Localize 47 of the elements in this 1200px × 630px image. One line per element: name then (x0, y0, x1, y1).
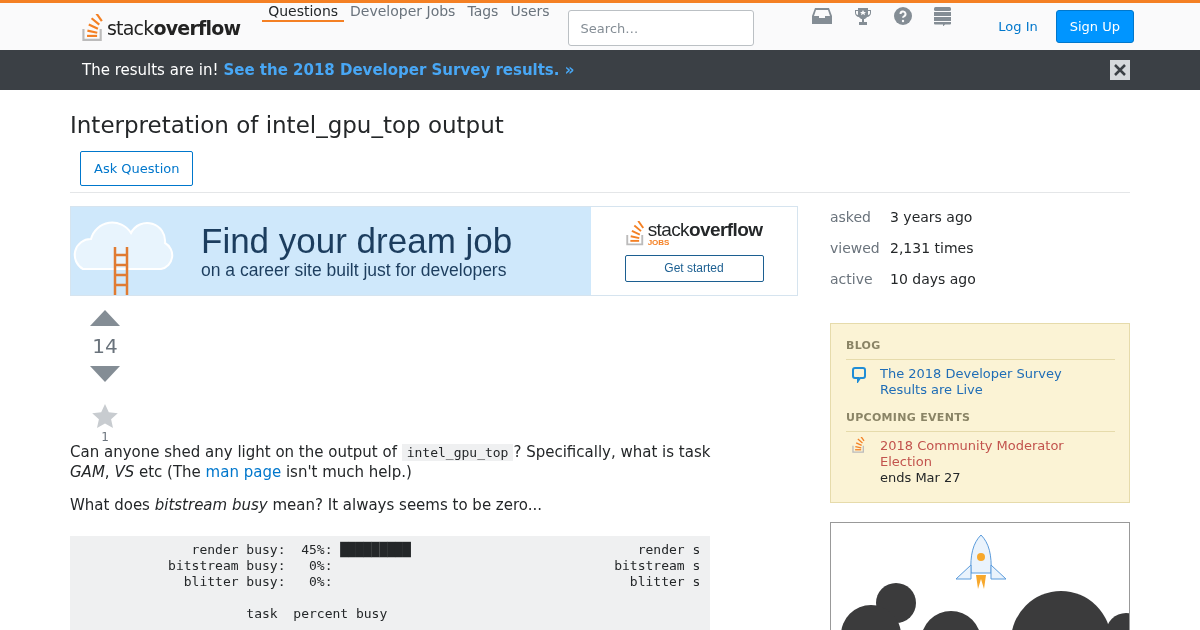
bulletin-heading: BLOG (846, 334, 1115, 360)
jobs-logo: stackoverflow (647, 220, 763, 239)
blog-link[interactable]: The 2018 Developer Survey Results are Live (880, 366, 1070, 398)
close-icon[interactable] (1110, 60, 1130, 80)
stat-label: asked (830, 208, 872, 227)
survey-link[interactable]: See the 2018 Developer Survey results. » (223, 61, 575, 79)
ad-headline: Find your dream job (201, 221, 513, 260)
downvote-icon[interactable] (90, 366, 120, 382)
search-field[interactable]: Search… (567, 10, 754, 46)
question-paragraph: Can anyone shed any light on the output of intel_gpu_top ? Specifically, what is task GAM, VS etc (The man page isn't much help.) (70, 443, 712, 482)
announcement-text: The results are in! (82, 61, 219, 79)
stat-value: 2,131 times (890, 239, 974, 258)
stat-value: 10 days ago (890, 270, 976, 289)
question-paragraph: What does bitstream busy mean? It always seems to be zero... (70, 496, 544, 516)
vote-count: 14 (92, 334, 118, 358)
ask-question-button[interactable]: Ask Question (80, 151, 194, 186)
login-link[interactable]: Log In (988, 11, 1048, 42)
nav-tab[interactable]: Questions (262, 3, 345, 22)
trophy-icon[interactable] (853, 7, 872, 26)
man-page-link[interactable]: man page (205, 462, 282, 481)
speech-bubble-icon (852, 367, 866, 383)
stat-label: viewed (830, 239, 881, 258)
event-link[interactable]: 2018 Community Moderator Election (880, 438, 1070, 470)
stat-value: 3 years ago (890, 208, 973, 227)
question-title[interactable]: Interpretation of intel_gpu_top output (70, 112, 1130, 138)
bulletin-heading: UPCOMING EVENTS (846, 406, 1115, 432)
stack-logo-icon (82, 13, 105, 42)
code-block: render busy: 45%: █████████ render s bitstream busy: 0%: bitstream s blitter busy: 0%: blitter s task percent busy (70, 535, 710, 630)
upvote-icon[interactable] (90, 310, 120, 326)
stack-logo-icon (852, 437, 866, 453)
stat-label: active (830, 270, 874, 289)
site-logo[interactable]: stackoverflow (107, 16, 241, 39)
inbox-icon[interactable] (811, 7, 832, 25)
nav-tab[interactable]: Users (504, 3, 556, 22)
job-ad[interactable]: Find your dream job on a career site built just for developers stackoverflow JOBS Get started (70, 206, 798, 296)
signup-button[interactable]: Sign Up (1055, 10, 1134, 43)
get-started-button[interactable]: Get started (624, 254, 764, 282)
event-date: ends Mar 27 (880, 470, 962, 486)
help-icon[interactable] (893, 7, 912, 25)
nav-tab[interactable]: Developer Jobs (344, 3, 462, 22)
ad-subline: on a career site built just for developers (201, 259, 507, 281)
favorite-count: 1 (101, 431, 109, 443)
star-icon[interactable] (92, 404, 118, 429)
jobs-label: JOBS (647, 238, 671, 247)
stack-logo-icon (625, 220, 646, 247)
nav-tab[interactable]: Tags (461, 3, 505, 22)
site-switcher-icon[interactable] (933, 7, 951, 26)
